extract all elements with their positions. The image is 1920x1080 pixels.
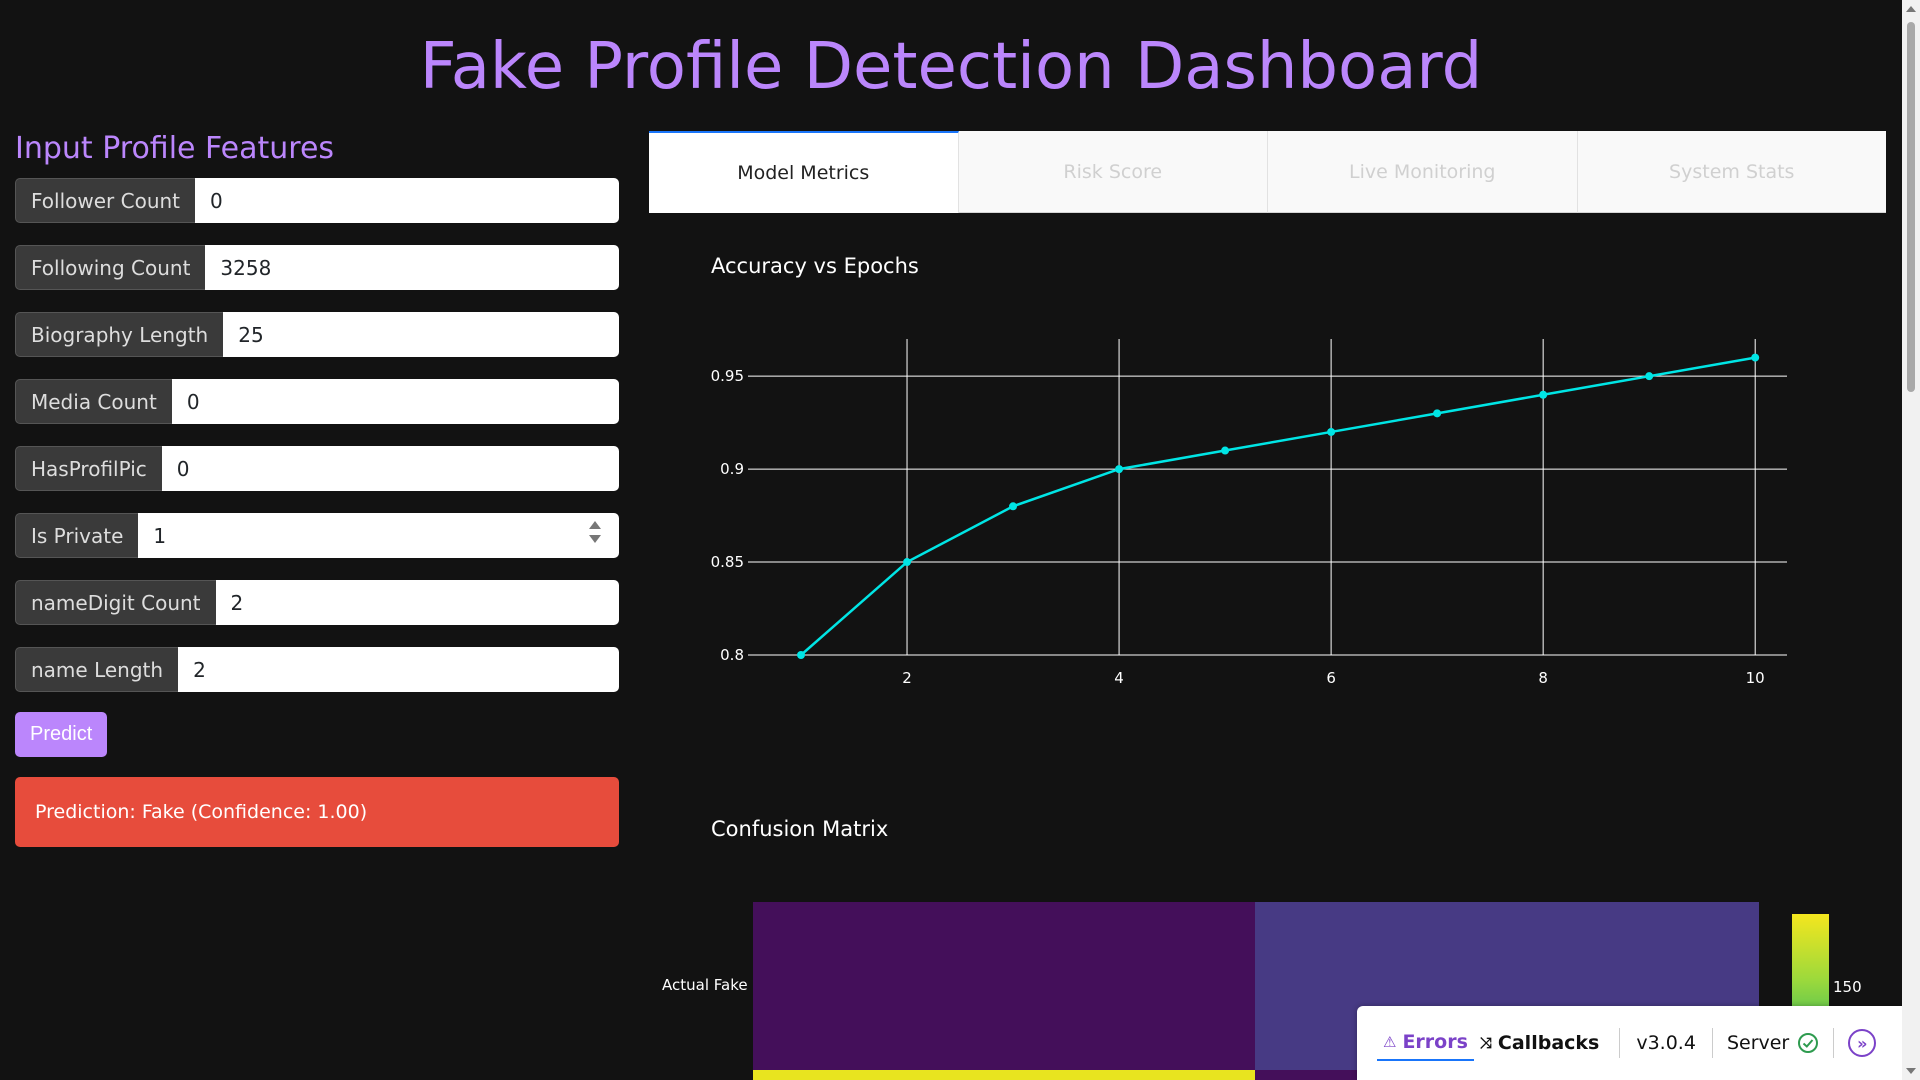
heatmap-row-label: Actual Fake [662, 976, 748, 994]
scroll-thumb[interactable] [1907, 22, 1915, 392]
server-status[interactable]: Server [1727, 1032, 1819, 1054]
accuracy-series-line [800, 356, 1756, 656]
field-label: nameDigit Count [15, 580, 216, 625]
y-tick-label: 0.95 [711, 367, 744, 385]
errors-label: Errors [1402, 1031, 1468, 1053]
data-point [1433, 409, 1442, 418]
has-profile-pic-input[interactable]: 0 [161, 446, 619, 491]
tab-system-stats[interactable]: System Stats [1577, 131, 1886, 213]
data-point [1221, 446, 1230, 455]
tab-bar: Model Metrics Risk Score Live Monitoring… [649, 131, 1886, 213]
scroll-up-icon[interactable] [1906, 6, 1916, 12]
errors-tab[interactable]: ⚠ Errors [1377, 1025, 1474, 1061]
media-count-input[interactable]: 0 [171, 379, 619, 424]
field-label: Follower Count [15, 178, 196, 223]
x-tick-label: 6 [1326, 669, 1336, 687]
follower-count-field: Follower Count 0 [15, 178, 619, 223]
check-circle-icon [1798, 1033, 1819, 1053]
is-private-value: 1 [153, 523, 167, 548]
data-point [1645, 372, 1654, 381]
data-point [1009, 502, 1018, 511]
y-tick-label: 0.85 [711, 553, 744, 571]
callbacks-label: Callbacks [1497, 1032, 1600, 1054]
y-tick-label: 0.8 [720, 646, 744, 664]
divider [1619, 1028, 1621, 1058]
data-point [1327, 427, 1336, 436]
collapse-devtools-icon[interactable]: » [1848, 1029, 1877, 1057]
name-digit-count-field: nameDigit Count 2 [15, 580, 619, 625]
has-profile-pic-field: HasProfilPic 0 [15, 446, 619, 491]
field-label: HasProfilPic [15, 446, 162, 491]
tab-model-metrics[interactable]: Model Metrics [649, 131, 959, 213]
scroll-down-icon[interactable] [1906, 1068, 1916, 1074]
divider [1711, 1028, 1713, 1058]
data-point [903, 558, 912, 567]
y-tick-label: 0.9 [720, 460, 744, 478]
field-label: Biography Length [15, 312, 224, 357]
prediction-result: Prediction: Fake (Confidence: 1.00) [15, 777, 619, 847]
version-label: v3.0.4 [1636, 1032, 1696, 1054]
field-label: Is Private [15, 513, 139, 558]
following-count-input[interactable]: 3258 [205, 245, 619, 290]
field-label: Media Count [15, 379, 172, 424]
input-panel: Input Profile Features Follower Count 0 … [15, 130, 619, 847]
biography-length-input[interactable]: 25 [223, 312, 619, 357]
heatmap-cell [753, 902, 1255, 1070]
name-length-field: name Length 2 [15, 647, 619, 692]
predict-button[interactable]: Predict [15, 712, 108, 757]
data-point [1115, 465, 1124, 474]
media-count-field: Media Count 0 [15, 379, 619, 424]
server-label: Server [1726, 1032, 1790, 1054]
dash-devtools-bar: ⚠ Errors ⤨ Callbacks v3.0.4 Server » [1357, 1006, 1902, 1080]
data-point [1539, 390, 1548, 399]
name-digit-count-input[interactable]: 2 [215, 580, 619, 625]
page-title: Fake Profile Detection Dashboard [419, 30, 1483, 104]
name-length-input[interactable]: 2 [178, 647, 619, 692]
heatmap-cell [753, 1070, 1255, 1080]
biography-length-field: Biography Length 25 [15, 312, 619, 357]
warning-icon: ⚠ [1383, 1033, 1397, 1051]
x-tick-label: 2 [902, 669, 912, 687]
input-panel-heading: Input Profile Features [15, 131, 335, 166]
colorbar-tick-label: 150 [1833, 978, 1862, 996]
field-label: name Length [15, 647, 179, 692]
callbacks-tab[interactable]: ⤨ Callbacks [1474, 1026, 1605, 1060]
x-tick-label: 8 [1538, 669, 1548, 687]
x-tick-label: 10 [1746, 669, 1765, 687]
is-private-input[interactable]: 1 [138, 513, 619, 558]
divider [1833, 1028, 1835, 1058]
confusion-matrix-title: Confusion Matrix [711, 817, 889, 841]
stepper-up-icon[interactable] [589, 521, 601, 529]
is-private-field: Is Private 1 [15, 513, 619, 558]
field-label: Following Count [15, 245, 206, 290]
x-tick-label: 4 [1114, 669, 1124, 687]
number-stepper[interactable] [589, 521, 601, 549]
following-count-field: Following Count 3258 [15, 245, 619, 290]
data-point [797, 651, 806, 659]
stepper-down-icon[interactable] [589, 535, 601, 543]
callbacks-icon: ⤨ [1479, 1034, 1492, 1052]
accuracy-chart-title: Accuracy vs Epochs [711, 254, 919, 278]
tab-risk-score[interactable]: Risk Score [958, 131, 1268, 213]
data-point [1751, 353, 1760, 362]
tab-live-monitoring[interactable]: Live Monitoring [1268, 131, 1578, 213]
follower-count-input[interactable]: 0 [195, 178, 619, 223]
page-scrollbar[interactable] [1902, 0, 1920, 1080]
